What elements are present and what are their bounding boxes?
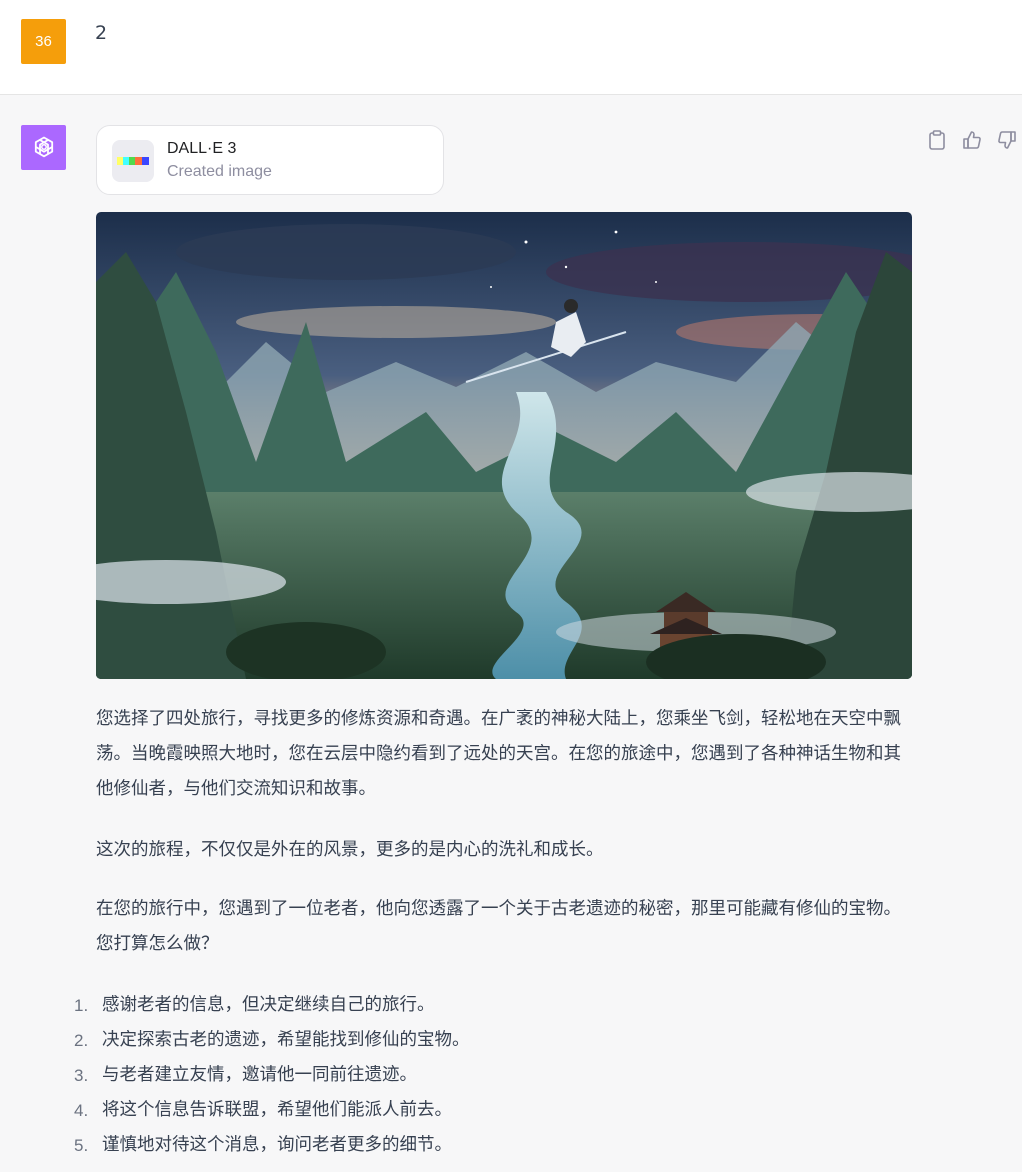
- dalle-tool-card[interactable]: DALL·E 3 Created image: [96, 125, 444, 195]
- list-item: 2. 决定探索古老的遗迹，希望能找到修仙的宝物。: [74, 1023, 470, 1058]
- thumbs-up-icon[interactable]: [960, 128, 983, 151]
- dalle-icon: [112, 140, 154, 182]
- assistant-avatar: [21, 125, 66, 170]
- thumbs-down-icon[interactable]: [995, 128, 1018, 151]
- list-number: 2.: [74, 1031, 89, 1050]
- user-avatar: 36: [21, 19, 66, 64]
- list-item: 3. 与老者建立友情，邀请他一同前往遗迹。: [74, 1058, 470, 1093]
- response-paragraph: 您选择了四处旅行，寻找更多的修炼资源和奇遇。在广袤的神秘大陆上，您乘坐飞剑，轻松…: [96, 709, 901, 799]
- user-message-text: 2: [95, 22, 108, 44]
- openai-logo-icon: [34, 136, 53, 157]
- tool-name: DALL·E 3: [167, 140, 237, 157]
- list-number: 5.: [74, 1136, 89, 1155]
- list-text: 与老者建立友情，邀请他一同前往遗迹。: [102, 1065, 417, 1085]
- list-number: 3.: [74, 1066, 89, 1085]
- tool-status: Created image: [167, 163, 272, 180]
- list-item: 1. 感谢老者的信息，但决定继续自己的旅行。: [74, 988, 470, 1023]
- list-text: 感谢老者的信息，但决定继续自己的旅行。: [102, 995, 435, 1015]
- response-paragraph: 这次的旅程，不仅仅是外在的风景，更多的是内心的洗礼和成长。: [96, 840, 604, 860]
- list-number: 1.: [74, 996, 89, 1015]
- list-item: 4. 将这个信息告诉联盟，希望他们能派人前去。: [74, 1093, 470, 1128]
- generated-image[interactable]: [96, 212, 912, 679]
- list-item: 5. 谨慎地对待这个消息，询问老者更多的细节。: [74, 1128, 470, 1163]
- copy-icon[interactable]: [925, 128, 948, 151]
- list-number: 4.: [74, 1101, 89, 1120]
- list-text: 谨慎地对待这个消息，询问老者更多的细节。: [102, 1135, 452, 1155]
- message-actions: [925, 128, 1018, 151]
- user-message-row: 36 2: [0, 0, 1022, 95]
- options-list: 1. 感谢老者的信息，但决定继续自己的旅行。 2. 决定探索古老的遗迹，希望能找到修…: [74, 988, 470, 1163]
- list-text: 决定探索古老的遗迹，希望能找到修仙的宝物。: [102, 1030, 470, 1050]
- list-text: 将这个信息告诉联盟，希望他们能派人前去。: [102, 1100, 452, 1120]
- response-paragraph: 在您的旅行中，您遇到了一位老者，他向您透露了一个关于古老遗迹的秘密，那里可能藏有…: [96, 899, 901, 954]
